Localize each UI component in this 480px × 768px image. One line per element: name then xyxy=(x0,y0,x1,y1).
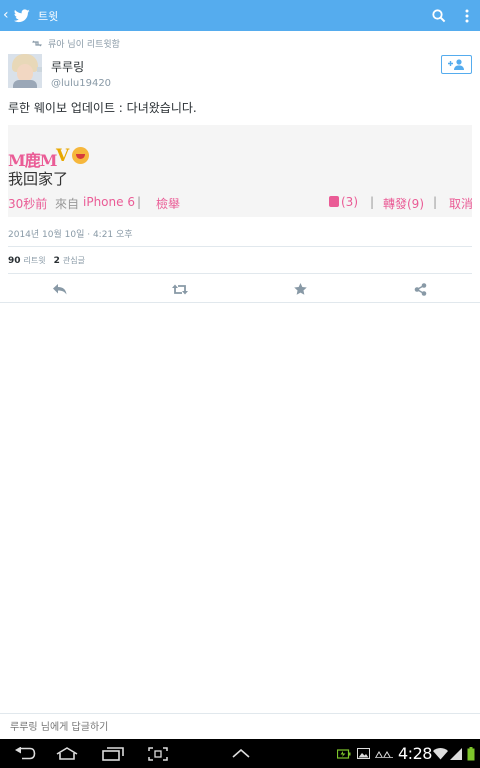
retweet-small-icon xyxy=(32,40,42,47)
author-display-name[interactable]: 루루링 xyxy=(51,58,111,75)
author-header[interactable]: 루루링 @lulu19420 xyxy=(8,54,111,89)
divider xyxy=(8,246,472,247)
weibo-cancel: 取消 xyxy=(449,197,472,211)
retweet-count[interactable]: 90 xyxy=(8,256,21,266)
screenshot-icon[interactable] xyxy=(143,739,173,768)
battery-charging-icon xyxy=(336,739,352,768)
reply-icon[interactable] xyxy=(48,276,72,302)
retweet-icon[interactable] xyxy=(168,276,192,302)
recent-apps-icon[interactable] xyxy=(98,739,128,768)
favorite-count-label: 관심글 xyxy=(62,256,85,265)
retweet-count-label: 리트윗 xyxy=(23,256,46,265)
weibo-source: iPhone 6 xyxy=(83,195,135,209)
tweet-detail-screen: ‹ 트윗 류아 님이 리트윗함 루루링 @lulu19420 루한 웨이보 업데… xyxy=(0,0,480,768)
reply-bar xyxy=(0,713,480,739)
chevron-left-icon[interactable]: ‹ xyxy=(3,0,13,31)
weibo-post-text: 我回家了 xyxy=(8,170,69,188)
thumbs-up-icon xyxy=(329,196,339,207)
tweet-timestamp: 2014년 10월 10일 · 4:21 오후 xyxy=(8,230,133,240)
retweet-context[interactable]: 류아 님이 리트윗함 xyxy=(32,37,120,50)
divider xyxy=(0,302,480,303)
emoji-icon xyxy=(72,147,89,164)
weibo-meta-row: 30秒前 來自 iPhone 6 | 檢舉 (3) | 轉發(9) | 取消 xyxy=(8,195,472,213)
tweet-actions xyxy=(0,276,480,302)
divider xyxy=(8,273,472,274)
weibo-source-prefix: 來自 xyxy=(55,197,80,211)
tweet-media-image[interactable]: M鹿M V 我回家了 30秒前 來自 iPhone 6 | 檢舉 (3) | 轉… xyxy=(8,125,472,217)
weibo-v-badge: V xyxy=(56,146,70,166)
follow-button[interactable] xyxy=(441,55,472,74)
retweet-context-label: 류아 님이 리트윗함 xyxy=(48,40,120,50)
search-icon[interactable] xyxy=(426,0,452,31)
tweet-stats: 90 리트윗 2 관심글 xyxy=(8,255,85,266)
weibo-repost: 轉發(9) xyxy=(383,197,424,211)
cell-signal-icon xyxy=(449,739,463,768)
tweet-text: 루한 웨이보 업데이트 : 다녀왔습니다. xyxy=(8,101,197,115)
signal-text-icon xyxy=(373,739,395,768)
system-nav-bar: 4:28 xyxy=(0,739,480,768)
author-handle[interactable]: @lulu19420 xyxy=(51,78,111,89)
twitter-bird-icon[interactable] xyxy=(14,8,30,23)
battery-icon xyxy=(465,739,477,768)
star-icon[interactable] xyxy=(288,276,312,302)
action-bar: ‹ 트윗 xyxy=(0,0,480,31)
weibo-separator-3: | xyxy=(433,195,438,209)
page-title: 트윗 xyxy=(38,9,59,23)
gallery-icon xyxy=(355,739,371,768)
overflow-menu-icon[interactable] xyxy=(458,0,476,31)
favorite-count[interactable]: 2 xyxy=(54,256,60,266)
weibo-report: 檢舉 xyxy=(156,197,181,211)
system-clock: 4:28 xyxy=(398,744,432,763)
weibo-likes: (3) xyxy=(341,195,358,209)
wifi-icon xyxy=(432,739,448,768)
share-icon[interactable] xyxy=(408,276,432,302)
weibo-time: 30秒前 xyxy=(8,197,48,211)
up-chevron-icon[interactable] xyxy=(228,739,254,768)
home-icon[interactable] xyxy=(52,739,82,768)
reply-input[interactable] xyxy=(10,719,470,735)
weibo-separator-2: | xyxy=(370,195,375,209)
back-icon[interactable] xyxy=(10,739,40,768)
weibo-separator: | xyxy=(137,195,142,209)
add-user-icon xyxy=(447,59,464,70)
avatar-badge xyxy=(37,67,42,72)
